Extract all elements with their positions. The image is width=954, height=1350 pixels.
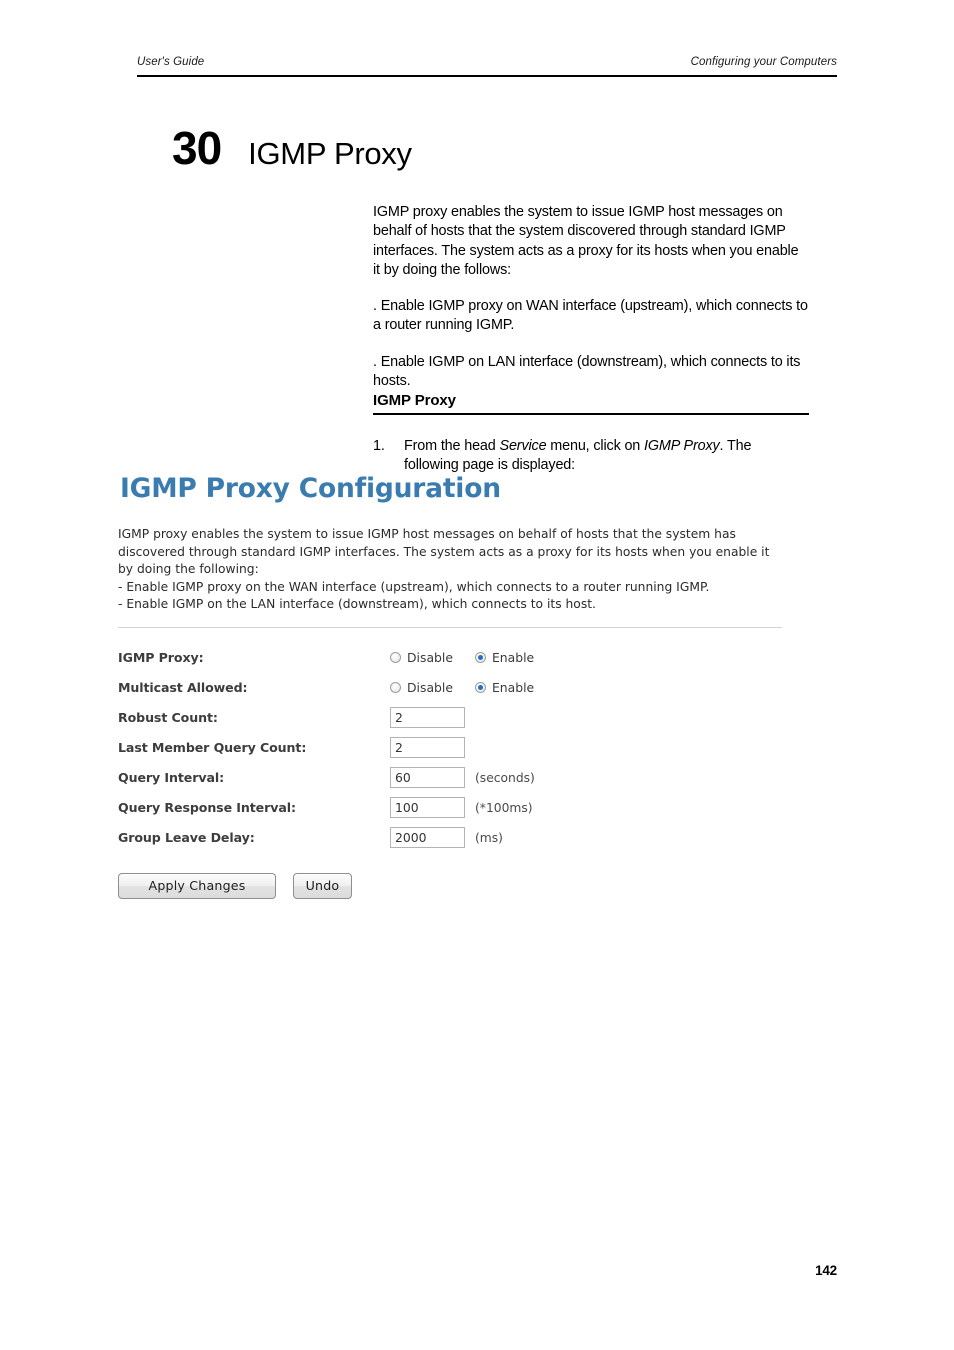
radio-label-disable: Disable	[407, 650, 453, 666]
section-heading-block: IGMP Proxy	[373, 392, 809, 415]
form-row-group-leave-delay: Group Leave Delay: 2000 (ms)	[118, 823, 808, 853]
label-robust-count: Robust Count:	[118, 710, 218, 726]
label-query-interval: Query Interval:	[118, 770, 225, 786]
document-page: User's Guide Configuring your Computers …	[0, 0, 954, 1350]
chapter-title: 30 IGMP Proxy	[172, 125, 412, 171]
screenshot-description: IGMP proxy enables the system to issue I…	[118, 526, 782, 614]
intro-paragraph-1: IGMP proxy enables the system to issue I…	[373, 204, 799, 278]
control-robust-count: 2	[390, 707, 465, 729]
radio-group-multicast-allowed: Disable Enable	[390, 680, 556, 695]
input-last-member-query-count[interactable]: 2	[390, 737, 465, 759]
input-query-response-interval[interactable]: 100	[390, 797, 465, 819]
section-heading: IGMP Proxy	[373, 392, 456, 409]
form-row-multicast-allowed: Multicast Allowed: Disable Enable	[118, 673, 808, 703]
form-row-robust-count: Robust Count: 2	[118, 703, 808, 733]
screenshot-title: IGMP Proxy Configuration	[120, 473, 501, 504]
intro-paragraph-2: . Enable IGMP proxy on WAN interface (up…	[373, 298, 808, 334]
unit-query-response-interval: (*100ms)	[475, 800, 533, 815]
step-emphasis-igmp-proxy: IGMP Proxy	[644, 438, 720, 454]
control-group-leave-delay: 2000 (ms)	[390, 827, 503, 849]
header-rule	[137, 75, 837, 77]
radio-group-igmp-proxy: Disable Enable	[390, 650, 556, 665]
form-row-query-interval: Query Interval: 60 (seconds)	[118, 763, 808, 793]
radio-label-enable: Enable	[491, 680, 535, 696]
form-divider	[118, 626, 782, 628]
embedded-screenshot: IGMP Proxy Configuration IGMP proxy enab…	[118, 473, 808, 899]
form-button-row: Apply Changes Undo	[118, 872, 808, 899]
intro-paragraph-3: . Enable IGMP on LAN interface (downstre…	[373, 353, 801, 390]
input-query-interval[interactable]: 60	[390, 767, 465, 789]
undo-button[interactable]: Undo	[293, 872, 352, 899]
form-row-last-member-query-count: Last Member Query Count: 2	[118, 733, 808, 763]
screenshot-description-line-2: - Enable IGMP proxy on the WAN interface…	[118, 579, 710, 594]
chapter-name: IGMP Proxy	[248, 136, 412, 171]
radio-label-enable: Enable	[491, 650, 535, 666]
screenshot-description-line-1: IGMP proxy enables the system to issue I…	[118, 527, 770, 577]
intro-text-block: IGMP proxy enables the system to issue I…	[373, 203, 809, 408]
apply-changes-button[interactable]: Apply Changes	[118, 872, 276, 899]
unit-query-interval: (seconds)	[475, 770, 535, 785]
input-robust-count[interactable]: 2	[390, 707, 465, 729]
label-igmp-proxy: IGMP Proxy:	[118, 650, 204, 666]
step-text: From the head Service menu, click on IGM…	[404, 437, 809, 476]
radio-button-selected-icon[interactable]	[474, 682, 486, 694]
input-group-leave-delay[interactable]: 2000	[390, 827, 465, 849]
control-query-interval: 60 (seconds)	[390, 767, 535, 789]
header-right-text: Configuring your Computers	[690, 56, 837, 68]
radio-igmp-proxy-enable[interactable]: Enable	[474, 650, 535, 666]
screenshot-description-line-3: - Enable IGMP on the LAN interface (down…	[118, 597, 596, 612]
igmp-proxy-form: IGMP Proxy: Disable Enable Multicast All…	[118, 643, 808, 899]
control-last-member-query-count: 2	[390, 737, 465, 759]
chapter-number: 30	[172, 122, 222, 174]
label-last-member-query-count: Last Member Query Count:	[118, 740, 307, 756]
step-number: 1.	[373, 438, 385, 454]
running-header: User's Guide Configuring your Computers	[137, 56, 837, 68]
radio-igmp-proxy-disable[interactable]: Disable	[390, 650, 453, 665]
radio-button-icon[interactable]	[390, 652, 401, 664]
label-multicast-allowed: Multicast Allowed:	[118, 680, 248, 696]
radio-multicast-allowed-enable[interactable]: Enable	[474, 680, 535, 696]
step-emphasis-service: Service	[499, 438, 547, 454]
step-text-part-1: From the head	[404, 438, 500, 454]
radio-label-disable: Disable	[407, 680, 453, 696]
form-row-query-response-interval: Query Response Interval: 100 (*100ms)	[118, 793, 808, 823]
radio-multicast-allowed-disable[interactable]: Disable	[390, 680, 453, 695]
step-text-part-2: menu, click on	[546, 438, 645, 454]
unit-group-leave-delay: (ms)	[475, 830, 503, 845]
section-heading-rule	[373, 413, 809, 415]
control-query-response-interval: 100 (*100ms)	[390, 797, 533, 819]
page-number: 142	[815, 1263, 837, 1278]
header-left-text: User's Guide	[137, 56, 205, 68]
form-row-igmp-proxy: IGMP Proxy: Disable Enable	[118, 643, 808, 673]
radio-button-selected-icon[interactable]	[474, 652, 486, 664]
label-group-leave-delay: Group Leave Delay:	[118, 830, 255, 846]
step-item: 1. From the head Service menu, click on …	[373, 437, 809, 476]
radio-button-icon[interactable]	[390, 682, 401, 694]
label-query-response-interval: Query Response Interval:	[118, 800, 296, 816]
